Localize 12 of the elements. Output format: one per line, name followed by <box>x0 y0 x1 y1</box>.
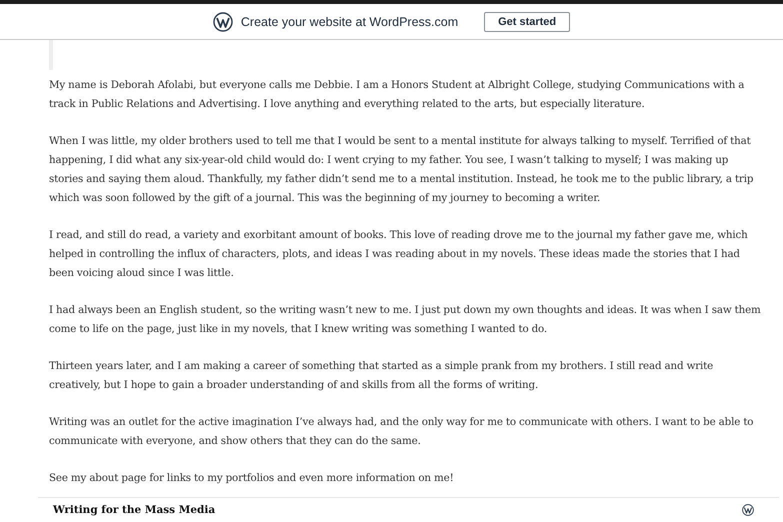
body-paragraph: When I was little, my older brothers used to tell me that I would be sent to a mental institute for always talking to myself. Terrified of that happening, I did what any six-year-old child would do: I went crying to my father. You see, I wasn’t talking to myself; I was making up stories and saying them aloud. Thankfully, my father didn’t send me to a mental institution. Instead, he took me to the public library, a trip which was soon followed by the gift of a journal. This was the beginning of my journey to becoming a writer. <box>49 134 754 206</box>
wordpress-logo-icon <box>212 12 233 32</box>
body-paragraph: Thirteen years later, and I am making a career of something that started as a simple prank from my brothers. I still read and write creatively, but I hope to gain a broader understanding of and skills from all the forms of writing. <box>49 359 714 393</box>
wordpress-logo-icon <box>742 504 754 516</box>
site-title[interactable]: Writing for the Mass Media <box>53 504 216 516</box>
body-paragraph: Writing was an outlet for the active imagination I’ve always had, and the only way for me to communicate with others. I want to be able to communicate with everyone, and show others that they can do the same. <box>49 415 754 449</box>
banner-text: Create your website at WordPress.com <box>240 14 458 28</box>
get-started-button[interactable]: Get started <box>484 12 570 32</box>
body-paragraph: I read, and still do read, a variety and exorbitant amount of books. This love of reading drove me to the journal my father gave me, which helped in controlling the influx of characters, plots, and ideas I was reading about in my novels. These ideas made the stories that I had been voicing aloud since I was little. <box>49 228 749 281</box>
body-paragraph: I had always been an English student, so the writing wasn’t new to me. I just put down my own thoughts and ideas. It was when I saw them come to life on the page, just like in my novels, that I knew writing was something I wanted to do. <box>49 303 761 337</box>
body-paragraph: My name is Deborah Afolabi, but everyone calls me Debbie. I am a Honors Student at Albright College, studying Communications with a track in Public Relations and Advertising. I love anything and everything related to the arts, but especially literature. <box>49 78 746 112</box>
body-paragraph: See my about page for links to my portfolios and even more information on me! <box>49 471 455 486</box>
